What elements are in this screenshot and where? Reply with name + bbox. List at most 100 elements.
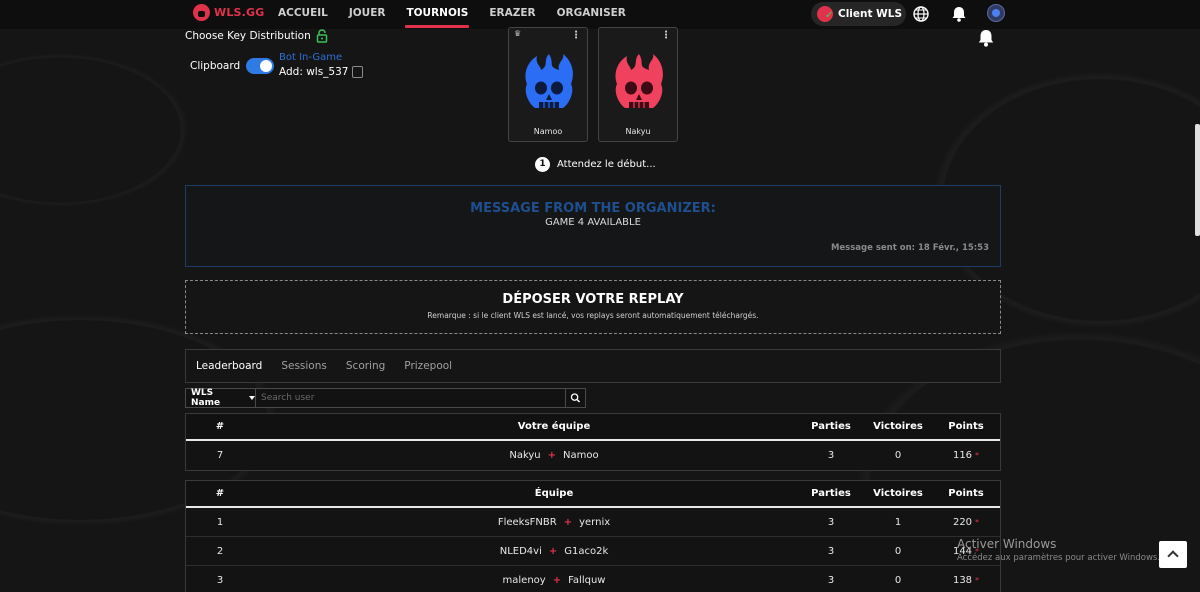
- parties-cell: 3: [827, 575, 835, 586]
- asterisk-icon: *: [975, 451, 980, 460]
- bell-icon[interactable]: [949, 4, 969, 24]
- search-field-select[interactable]: WLS Name: [185, 388, 256, 408]
- logo-icon: [193, 4, 210, 21]
- nav-link-organiser[interactable]: ORGANISER: [557, 0, 626, 29]
- logo-text: WLS.GG: [214, 6, 265, 19]
- organizer-message-text: GAME 4 AVAILABLE: [545, 217, 641, 228]
- rank-cell: 1: [216, 516, 224, 528]
- nav-link-tournois[interactable]: TOURNOIS: [405, 0, 470, 29]
- clipboard-option: Clipboard: [190, 58, 275, 74]
- player-avatar-skull-icon: [525, 54, 573, 108]
- more-menu-icon[interactable]: ⋮: [661, 30, 671, 41]
- player2-name[interactable]: yernix: [579, 517, 610, 528]
- client-wls-button[interactable]: Client WLS: [811, 2, 906, 26]
- organizer-message-box: MESSAGE FROM THE ORGANIZER: GAME 4 AVAIL…: [185, 185, 1001, 267]
- nav-link-erazer[interactable]: ERAZER: [489, 0, 535, 29]
- watermark-subtitle: Accédez aux paramètres pour activer Wind…: [957, 553, 1161, 563]
- player-avatar-skull-icon: [615, 54, 663, 108]
- player2-name[interactable]: Namoo: [563, 450, 599, 461]
- scrollbar[interactable]: [1195, 124, 1200, 236]
- tab-bar: Leaderboard Sessions Scoring Prizepool: [185, 349, 1001, 383]
- tab-prizepool[interactable]: Prizepool: [404, 360, 452, 372]
- table-row[interactable]: 3 malenoy + Fallquw 3 0 138 *: [186, 566, 1000, 592]
- player2-name[interactable]: G1aco2k: [564, 546, 608, 557]
- header-team: Équipe: [534, 488, 574, 499]
- leaderboard-table: # Équipe Parties Victoires Points 1 Flee…: [185, 480, 1001, 592]
- notification-bell-icon[interactable]: [975, 27, 997, 49]
- search-field-label: WLS Name: [191, 388, 221, 408]
- tab-leaderboard[interactable]: Leaderboard: [196, 360, 262, 372]
- points-value: 220: [952, 516, 973, 528]
- player-card-namoo[interactable]: ♛ ⋮ Namoo: [508, 27, 588, 142]
- player-card-nakyu[interactable]: ⋮ Nakyu: [598, 27, 678, 142]
- header-rank: #: [215, 421, 225, 432]
- key-distribution-label: Choose Key Distribution: [185, 30, 311, 42]
- points-cell: 138 *: [931, 566, 1001, 592]
- team-cell: malenoy + Fallquw: [254, 566, 854, 592]
- add-friend-label: Add: wls_537: [279, 66, 349, 78]
- client-status-icon: [817, 6, 833, 22]
- points-cell: 116 *: [931, 441, 1001, 470]
- parties-cell: 3: [827, 516, 835, 528]
- clipboard-toggle[interactable]: [246, 58, 275, 74]
- replay-title: DÉPOSER VOTRE REPLAY: [502, 292, 684, 307]
- player1-name[interactable]: NLED4vi: [500, 546, 542, 557]
- top-nav: WLS.GG ACCUEIL JOUER TOURNOIS ERAZER ORG…: [0, 0, 1200, 29]
- my-team-table: # Votre équipe Parties Victoires Points …: [185, 413, 1001, 471]
- plus-icon: +: [547, 450, 557, 461]
- player1-name[interactable]: malenoy: [503, 575, 546, 586]
- nav-link-jouer[interactable]: JOUER: [349, 0, 386, 29]
- organizer-message-timestamp: Message sent on: 18 Févr., 15:53: [830, 243, 989, 253]
- caret-down-icon: [249, 396, 255, 400]
- replay-note: Remarque : si le client WLS est lancé, v…: [427, 311, 759, 320]
- nav-links: ACCUEIL JOUER TOURNOIS ERAZER ORGANISER: [278, 0, 647, 29]
- player-name: Nakyu: [625, 127, 651, 136]
- search-bar: WLS Name: [185, 388, 586, 408]
- more-menu-icon[interactable]: ⋮: [571, 30, 581, 41]
- organizer-message-title: MESSAGE FROM THE ORGANIZER:: [470, 201, 716, 216]
- waiting-text: Attendez le début...: [557, 159, 656, 170]
- logo[interactable]: WLS.GG: [193, 4, 265, 21]
- avatar[interactable]: [987, 4, 1005, 22]
- victoires-cell: 0: [894, 575, 902, 586]
- table-header: # Équipe Parties Victoires Points: [186, 481, 1000, 508]
- plus-icon: +: [548, 545, 558, 557]
- rank-cell: 3: [216, 575, 224, 586]
- header-victoires: Victoires: [873, 488, 923, 499]
- lock-open-icon: [316, 29, 327, 43]
- tab-scoring[interactable]: Scoring: [346, 360, 385, 372]
- nav-link-accueil[interactable]: ACCUEIL: [278, 0, 328, 29]
- plus-icon: +: [552, 575, 562, 586]
- player1-name[interactable]: Nakyu: [509, 450, 540, 461]
- points-value: 116: [952, 450, 973, 461]
- team-cell: NLED4vi + G1aco2k: [254, 537, 854, 565]
- copy-icon[interactable]: [352, 66, 364, 78]
- search-input[interactable]: [256, 388, 566, 408]
- parties-cell: 3: [827, 450, 835, 461]
- scroll-to-top-button[interactable]: [1159, 541, 1187, 568]
- player-name: Namoo: [533, 127, 563, 136]
- header-victoires: Victoires: [873, 421, 923, 432]
- victoires-cell: 1: [894, 516, 902, 528]
- windows-activation-watermark: Activer Windows Accédez aux paramètres p…: [957, 537, 1160, 563]
- add-friend-row: Add: wls_537: [279, 66, 364, 78]
- crown-icon: ♛: [514, 29, 522, 38]
- victoires-cell: 0: [894, 450, 902, 461]
- player1-name[interactable]: FleeksFNBR: [498, 517, 557, 528]
- rank-cell: 2: [216, 545, 224, 557]
- table-row[interactable]: 2 NLED4vi + G1aco2k 3 0 144 *: [186, 537, 1000, 566]
- player2-name[interactable]: Fallquw: [568, 575, 605, 586]
- team-cell: Nakyu + Namoo: [254, 441, 854, 470]
- plus-icon: +: [563, 516, 573, 528]
- table-row[interactable]: 1 FleeksFNBR + yernix 3 1 220 *: [186, 508, 1000, 537]
- header-parties: Parties: [811, 488, 851, 499]
- tab-sessions[interactable]: Sessions: [281, 360, 327, 372]
- bot-in-game-option[interactable]: Bot In-Game: [279, 52, 342, 63]
- header-points: Points: [948, 421, 984, 432]
- watermark-title: Activer Windows: [957, 537, 1057, 551]
- waiting-status: 1 Attendez le début...: [535, 157, 656, 172]
- table-row[interactable]: 7 Nakyu + Namoo 3 0 116 *: [186, 441, 1000, 470]
- search-icon[interactable]: [566, 388, 586, 408]
- globe-icon[interactable]: [911, 4, 931, 24]
- replay-dropzone[interactable]: DÉPOSER VOTRE REPLAY Remarque : si le cl…: [185, 280, 1001, 334]
